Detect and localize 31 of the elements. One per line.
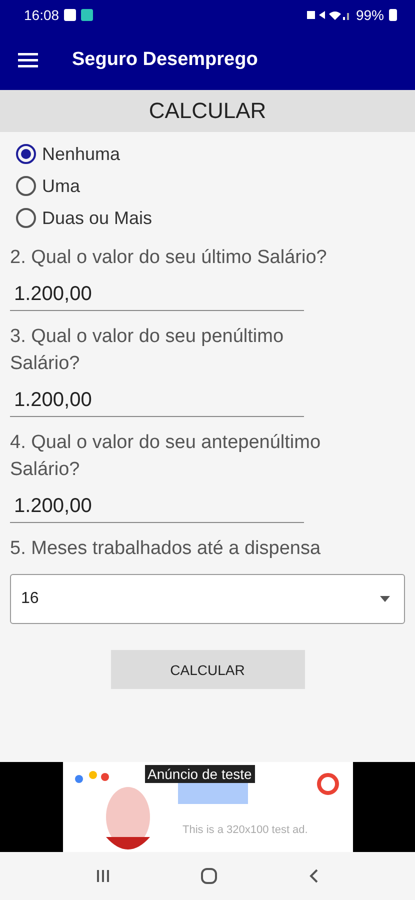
battery-level: 99%: [356, 7, 384, 23]
home-icon[interactable]: [200, 867, 218, 885]
salary-field[interactable]: 1.200,00: [10, 483, 304, 523]
radio-option[interactable]: Nenhuma: [10, 138, 120, 170]
question-label: 5. Meses trabalhados até a dispensa: [10, 537, 322, 561]
caret-icon: [380, 596, 390, 602]
question-label: 4. Qual o valor do seu antepenúltimo Salário?: [10, 431, 322, 482]
battery-icon: [389, 9, 397, 21]
status-time: 16:08: [24, 7, 60, 23]
radio-label: Uma: [42, 176, 80, 196]
app-title: Seguro Desemprego: [72, 49, 258, 71]
recent-apps-icon[interactable]: [94, 868, 111, 884]
ad-text: This is a 320x100 test ad.: [182, 824, 308, 836]
calculate-button[interactable]: CALCULAR: [110, 650, 304, 689]
question-label: 2. Qual o valor do seu último Salário?: [10, 246, 328, 270]
question-label: 3. Qual o valor do seu penúltimo Salário?: [10, 325, 285, 376]
menu-icon[interactable]: [18, 52, 38, 68]
app-icon: [81, 9, 94, 21]
back-icon[interactable]: [308, 868, 320, 884]
ad-label: Anúncio de teste: [144, 765, 255, 783]
radio-option[interactable]: Duas ou Mais: [10, 202, 152, 234]
salary-field[interactable]: 1.200,00: [10, 377, 304, 417]
radio-label: Duas ou Mais: [42, 208, 152, 228]
radio-label: Nenhuma: [42, 144, 120, 164]
radio-option[interactable]: Uma: [10, 170, 80, 202]
section-header: CALCULAR: [0, 90, 415, 132]
salary-field[interactable]: 1.200,00: [10, 271, 304, 311]
months-dropdown[interactable]: 16: [10, 574, 405, 624]
radio-button[interactable]: [16, 144, 36, 164]
radio-button[interactable]: [16, 176, 36, 196]
radio-button[interactable]: [16, 208, 36, 228]
